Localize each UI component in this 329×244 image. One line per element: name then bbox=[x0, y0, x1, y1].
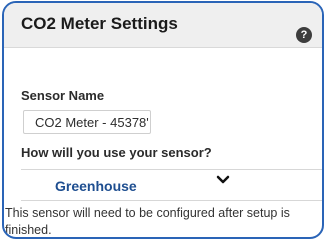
sensor-name-label: Sensor Name bbox=[21, 88, 105, 103]
dialog-title: CO2 Meter Settings bbox=[21, 14, 178, 33]
usage-selected-value: Greenhouse bbox=[55, 178, 137, 194]
sensor-name-input[interactable] bbox=[23, 110, 151, 134]
help-icon[interactable]: ? bbox=[296, 27, 312, 43]
usage-label: How will you use your sensor? bbox=[21, 145, 212, 160]
chevron-down-icon bbox=[216, 175, 230, 184]
dialog-header: CO2 Meter Settings ? bbox=[4, 3, 322, 48]
usage-select[interactable]: Greenhouse bbox=[21, 169, 322, 201]
setup-notice: This sensor will need to be configured a… bbox=[5, 206, 290, 237]
settings-dialog: CO2 Meter Settings ? Sensor Name How wil… bbox=[2, 1, 324, 239]
